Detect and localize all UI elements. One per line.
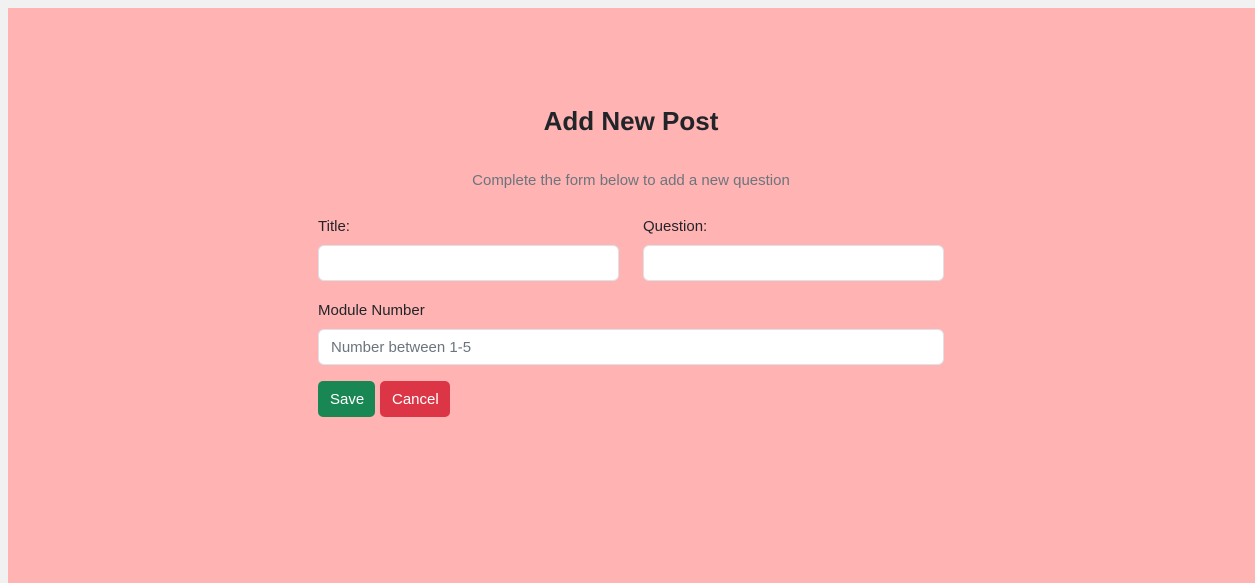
question-label: Question: [643, 218, 708, 235]
module-number-input[interactable] [318, 329, 944, 365]
page-title: Add New Post [543, 106, 719, 136]
module-number-label: Module Number [318, 302, 425, 319]
question-input[interactable] [643, 245, 944, 281]
page-background: Add New Post Complete the form below to … [8, 8, 1255, 583]
form-subtitle: Complete the form below to add a new que… [472, 172, 790, 189]
cancel-button[interactable]: Cancel [380, 381, 450, 417]
title-input[interactable] [318, 245, 619, 281]
save-button[interactable]: Save [318, 381, 375, 417]
title-label: Title: [318, 218, 350, 235]
